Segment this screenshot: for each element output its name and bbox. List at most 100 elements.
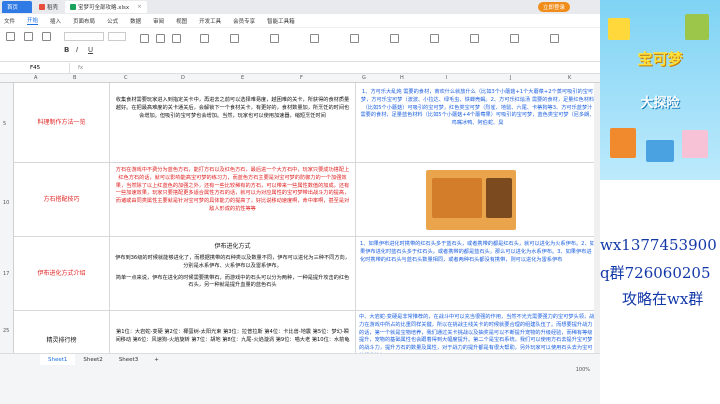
zoom-level[interactable]: 100% [576, 367, 590, 373]
menu-member[interactable]: 会员专享 [233, 17, 255, 25]
game-screenshot [426, 170, 516, 230]
align-right-button[interactable] [172, 34, 181, 43]
promo-subtitle: 大探险 [640, 96, 680, 111]
row-header-10[interactable]: 10 [3, 200, 9, 206]
jigglypuff-block [682, 130, 708, 158]
menu-review[interactable]: 审阅 [153, 17, 164, 25]
stats-panel [486, 178, 512, 218]
cut-button[interactable] [24, 32, 33, 41]
conditional-format-button[interactable] [310, 34, 319, 43]
wrap-text-button[interactable] [230, 34, 239, 43]
conditional-format-icon [310, 34, 319, 43]
menu-insert[interactable]: 插入 [50, 17, 61, 25]
sheet-tab-2[interactable]: Sheet2 [75, 354, 110, 366]
paste-button[interactable] [6, 32, 15, 41]
cooking-recipes[interactable]: 1、方可乐大乱炖 需要的食材，商欢什么就放什么（比如3个小蘑菇+1个大蘑菜+2个… [356, 83, 600, 163]
eevee-title: 伊布进化方式 [214, 243, 251, 250]
merge-icon [200, 34, 209, 43]
ribbon-toolbar: B I U [0, 28, 600, 62]
find-button[interactable] [550, 34, 559, 43]
menu-data[interactable]: 数据 [130, 17, 141, 25]
table-style-icon [350, 34, 359, 43]
ranking-list[interactable]: 第1位：大岩蛇-变硬 第2位：椰蛋树-太阳光束 第3位：拉普拉斯 第4位：卡比兽… [110, 311, 356, 353]
paste-icon [6, 32, 15, 41]
fill-button[interactable] [510, 34, 519, 43]
menu-smart-tools[interactable]: 智能工具箱 [267, 17, 295, 25]
label-ranking[interactable]: 精灵排行榜 [14, 311, 110, 353]
row-headers: 5 10 17 25 [0, 83, 14, 353]
font-size-select[interactable] [108, 32, 126, 41]
label-eevee[interactable]: 伊布进化方式介绍 [14, 237, 110, 311]
col-header-g[interactable]: G [362, 75, 366, 81]
name-box[interactable]: F45 [0, 62, 70, 73]
menu-formula[interactable]: 公式 [107, 17, 118, 25]
format-painter-button[interactable] [42, 32, 51, 41]
col-header-k[interactable]: K [568, 75, 571, 81]
tab-daoke[interactable]: 稻壳 [34, 1, 63, 13]
row-header-5[interactable]: 5 [3, 121, 6, 127]
stones-text[interactable]: 方石在游戏中不费分为蓝色方石，能打方石以及红色方石，最后进一个大方石中，玩家只要… [110, 163, 356, 237]
sort-button[interactable] [470, 34, 479, 43]
align-center-button[interactable] [156, 34, 165, 43]
eevee-rules[interactable]: 1、如果伊布进化时携带的红石头多于蓝石头，或者携带的都是红石头，就可以进化为火系… [356, 237, 600, 311]
italic-button[interactable]: I [76, 46, 78, 54]
game-promo-art: 宝可梦 大探险 [600, 0, 720, 180]
col-header-j[interactable]: J [510, 75, 511, 81]
spreadsheet-icon [70, 4, 77, 10]
row-header-25[interactable]: 25 [3, 328, 9, 334]
formula-bar: F45 fx [0, 62, 600, 74]
add-sheet-button[interactable]: + [146, 354, 167, 366]
col-header-e[interactable]: E [241, 75, 244, 81]
close-tab-icon[interactable]: × [137, 4, 142, 10]
fx-icon[interactable]: fx [78, 65, 83, 71]
col-header-c[interactable]: C [124, 75, 128, 81]
login-button[interactable]: 立即登录 [537, 2, 570, 12]
label-cooking[interactable]: 料理制作方法一览 [14, 83, 110, 163]
promo-title: 宝可梦 [637, 50, 683, 68]
column-headers: A B C D E F G H I J K [0, 74, 600, 83]
cooking-text[interactable]: 收集食材需要玩家进入到指定关卡中，再进去之前可以选择难易度，越困难的关卡，所获得… [110, 83, 356, 163]
table-style-button[interactable] [350, 34, 359, 43]
align-left-button[interactable] [140, 34, 149, 43]
ranking-notes[interactable]: 中、大岩蛇-变硬是非常推荐的，在战斗中可以充当很强的作用，当然不光光需要强力的宝… [356, 311, 600, 353]
sum-button[interactable] [390, 34, 399, 43]
charmander-block [610, 128, 636, 158]
sheet-grid[interactable]: 料理制作方法一览 收集食材需要玩家进入到指定关卡中，再进去之前可以选择难易度，越… [14, 83, 600, 353]
sheet-tab-1[interactable]: Sheet1 [40, 353, 76, 366]
tab-workbook[interactable]: 宝梦可全部攻略.xlsx × [65, 1, 147, 13]
filter-icon [430, 34, 439, 43]
eevee-cell[interactable]: 伊布进化方式 伊布到36级的时候就能够进化了，而根据携带的石种类以及数量不同，伊… [110, 237, 356, 311]
menu-developer[interactable]: 开发工具 [199, 17, 221, 25]
number-format-button[interactable] [270, 34, 279, 43]
sheet-tab-3[interactable]: Sheet3 [111, 354, 146, 366]
tab-home-label: 首页 [7, 5, 19, 11]
menu-page-layout[interactable]: 页面布局 [73, 17, 95, 25]
format-painter-icon [42, 32, 51, 41]
pikachu-block [608, 18, 630, 40]
tab-home[interactable]: 首页 [2, 1, 32, 13]
col-header-f[interactable]: F [300, 75, 303, 81]
menu-file[interactable]: 文件 [4, 17, 15, 25]
menu-bar: 文件 开始 插入 页面布局 公式 数据 审阅 视图 开发工具 会员专享 智能工具… [0, 14, 600, 28]
menu-view[interactable]: 视图 [176, 17, 187, 25]
number-format-icon [270, 34, 279, 43]
col-header-d[interactable]: D [181, 75, 185, 81]
stone-slots [432, 178, 482, 218]
merge-button[interactable] [200, 34, 209, 43]
col-header-i[interactable]: I [446, 75, 447, 81]
bold-button[interactable]: B [64, 46, 69, 54]
col-header-h[interactable]: H [400, 75, 404, 81]
row-header-17[interactable]: 17 [3, 271, 9, 277]
tab-workbook-label: 宝梦可全部攻略.xlsx [78, 5, 130, 11]
taskbar [0, 375, 600, 404]
align-center-icon [156, 34, 165, 43]
menu-home[interactable]: 开始 [27, 16, 39, 25]
status-bar: 100% [0, 365, 600, 375]
filter-button[interactable] [430, 34, 439, 43]
underline-button[interactable]: U [88, 46, 93, 54]
font-name-select[interactable] [64, 32, 104, 41]
col-header-a[interactable]: A [34, 75, 37, 81]
ad-qq-group: q群726060205 [600, 264, 711, 282]
col-header-b[interactable]: B [73, 75, 76, 81]
label-stones[interactable]: 方石搭配技巧 [14, 163, 110, 237]
